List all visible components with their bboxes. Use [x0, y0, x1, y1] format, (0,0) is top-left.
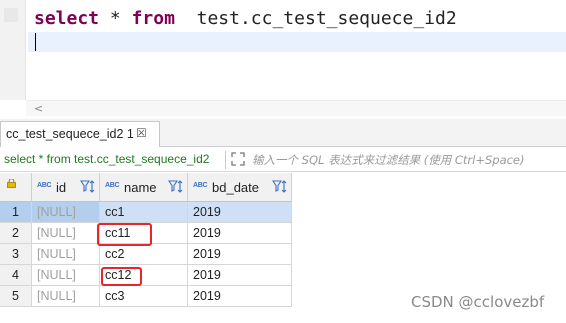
table-cell-id[interactable]: [NULL] — [32, 286, 100, 307]
cell-value: [NULL] — [37, 289, 76, 303]
column-header-label: id — [56, 180, 67, 195]
table-cell-name[interactable]: cc3 — [100, 286, 188, 307]
row-number[interactable]: 4 — [0, 265, 32, 286]
tab-result-label: cc_test_sequece_id2 1 — [6, 127, 134, 141]
text-caret — [35, 33, 36, 51]
column-header-label: bd_date — [212, 180, 259, 195]
horizontal-scrollbar[interactable]: < — [26, 100, 566, 116]
text-type-icon: ABC — [193, 182, 208, 189]
table-cell-id[interactable]: [NULL] — [32, 244, 100, 265]
table-cell-bd-date[interactable]: 2019 — [188, 265, 292, 286]
cell-value: 2019 — [193, 268, 221, 282]
sql-code[interactable]: select * from test.cc_test_sequece_id2 — [34, 6, 457, 32]
cell-value: [NULL] — [37, 268, 76, 282]
cell-value: cc1 — [105, 205, 125, 219]
row-number-label: 3 — [12, 247, 19, 261]
cell-value: 2019 — [193, 205, 221, 219]
table-cell-id[interactable]: [NULL] — [32, 265, 100, 286]
table-cell-name[interactable]: cc2 — [100, 244, 188, 265]
filter-separator — [225, 151, 226, 169]
tab-result[interactable]: cc_test_sequece_id2 1 ☒ — [0, 121, 160, 147]
watermark: CSDN @cclovezbf — [411, 293, 545, 311]
sql-keyword-select: select — [34, 8, 100, 29]
sql-keyword-from: from — [131, 8, 175, 29]
current-query-label: select * from test.cc_test_sequece_id2 — [4, 152, 210, 166]
filter-expand-icon[interactable] — [230, 151, 246, 167]
sql-editor[interactable]: select * from test.cc_test_sequece_id2 — [0, 0, 566, 100]
table-cell-bd-date[interactable]: 2019 — [188, 223, 292, 244]
cell-value: [NULL] — [37, 226, 76, 240]
highlight-box-cc11 — [97, 223, 152, 246]
row-number-label: 4 — [12, 268, 19, 282]
table-cell-name[interactable]: cc1 — [100, 202, 188, 223]
filter-sort-icon[interactable] — [272, 179, 288, 195]
editor-gutter — [0, 0, 26, 100]
column-header-label: name — [124, 180, 157, 195]
table-cell-id[interactable]: [NULL] — [32, 223, 100, 244]
row-number[interactable]: 3 — [0, 244, 32, 265]
row-number-label: 5 — [12, 289, 19, 303]
row-number[interactable]: 2 — [0, 223, 32, 244]
filter-bar: select * from test.cc_test_sequece_id2 输… — [0, 148, 566, 172]
highlight-box-cc12 — [101, 267, 142, 286]
text-type-icon: ABC — [105, 182, 120, 189]
filter-sort-icon[interactable] — [80, 179, 96, 195]
column-header-id[interactable]: ABC id — [32, 173, 100, 202]
table-cell-bd-date[interactable]: 2019 — [188, 202, 292, 223]
table-cell-bd-date[interactable]: 2019 — [188, 244, 292, 265]
sql-star: * — [109, 8, 121, 29]
table-cell-id[interactable]: [NULL] — [32, 202, 100, 223]
cell-value: 2019 — [193, 289, 221, 303]
row-number-label: 1 — [12, 205, 19, 219]
table-cell-bd-date[interactable]: 2019 — [188, 286, 292, 307]
lock-icon — [7, 179, 16, 188]
cell-value: [NULL] — [37, 205, 76, 219]
column-header-bd-date[interactable]: ABC bd_date — [188, 173, 292, 202]
filter-input[interactable]: 输入一个 SQL 表达式来过滤结果 (使用 Ctrl+Space) — [252, 152, 525, 168]
sql-table-name: test.cc_test_sequece_id2 — [196, 8, 457, 29]
cell-value: [NULL] — [37, 247, 76, 261]
cell-value: 2019 — [193, 247, 221, 261]
row-number-label: 2 — [12, 226, 19, 240]
cell-value: 2019 — [193, 226, 221, 240]
scroll-left-icon[interactable]: < — [34, 102, 43, 115]
filter-sort-icon[interactable] — [168, 179, 184, 195]
result-tab-strip: cc_test_sequece_id2 1 ☒ — [0, 119, 566, 147]
row-number[interactable]: 1 — [0, 202, 32, 223]
row-number[interactable]: 5 — [0, 286, 32, 307]
grid-corner[interactable] — [0, 173, 32, 202]
close-tab-icon[interactable]: ☒ — [136, 126, 147, 140]
current-line-highlight — [28, 32, 566, 52]
cell-value: cc3 — [105, 289, 125, 303]
text-type-icon: ABC — [37, 182, 52, 189]
cell-value: cc2 — [105, 247, 125, 261]
statement-marker — [4, 8, 18, 22]
column-header-name[interactable]: ABC name — [100, 173, 188, 202]
